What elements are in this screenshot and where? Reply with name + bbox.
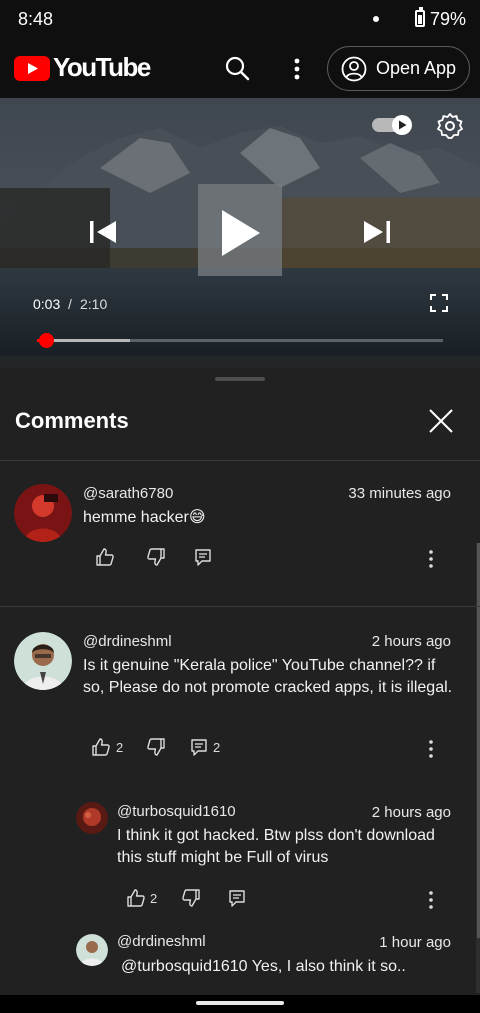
comment-author[interactable]: @drdineshml [83,633,172,650]
open-app-button[interactable]: Open App [327,46,470,91]
settings-gear-icon[interactable] [436,112,464,140]
scrubber-handle[interactable] [38,333,54,348]
like-icon[interactable] [127,889,145,907]
battery-level: 79% [430,9,467,29]
fullscreen-icon[interactable] [430,294,448,312]
youtube-logo-icon[interactable] [14,56,50,81]
reply-icon[interactable] [228,889,246,907]
battery-icon [415,7,425,27]
like-count: 2 [116,740,124,755]
like-count: 2 [150,891,158,906]
more-options-icon[interactable] [284,54,310,84]
dislike-icon[interactable] [147,738,165,756]
like-icon[interactable] [96,548,114,566]
reply-text: I think it got hacked. Btw plss don't do… [117,827,435,866]
divider [0,460,480,461]
open-app-label: Open App [376,58,457,78]
status-bar: 8:48 79% [0,0,480,38]
current-time: 0:03 [33,296,61,312]
reply-timestamp: 1 hour ago [379,934,451,951]
comment-author[interactable]: @sarath6780 [83,485,173,502]
comment-more-icon[interactable] [427,549,435,569]
home-gesture-handle[interactable] [196,1001,284,1005]
avatar[interactable] [14,632,72,690]
avatar[interactable] [76,802,108,834]
play-icon[interactable] [216,208,264,258]
comment-item: @sarath6780 33 minutes ago hemme hacker😅 [0,476,476,606]
divider [0,606,480,607]
dislike-icon[interactable] [182,889,200,907]
brand-name[interactable]: YouTube [53,52,151,83]
comment-text: hemme hacker😅 [83,509,206,526]
comments-sheet: Comments @sarath6780 33 minutes ago hemm… [0,368,480,1013]
comment-more-icon[interactable] [427,739,435,759]
notification-dot-icon [373,16,379,22]
autoplay-toggle[interactable] [372,115,414,135]
next-video-icon[interactable] [360,215,394,249]
system-navigation-bar [0,995,480,1013]
reply-icon[interactable] [190,738,208,756]
account-icon [341,56,367,82]
avatar[interactable] [76,934,108,966]
like-icon[interactable] [92,738,110,756]
reply-item: @turbosquid1610 2 hours ago I think it g… [0,798,476,918]
reply-count: 2 [213,740,221,755]
comment-timestamp: 33 minutes ago [348,485,451,502]
reply-more-icon[interactable] [427,890,435,910]
video-player[interactable]: 0:03 / 2:10 [0,98,480,368]
comment-timestamp: 2 hours ago [371,633,451,650]
time-separator: / [68,296,72,312]
comment-item: @drdineshml 2 hours ago Is it genuine "K… [0,624,476,784]
dislike-icon[interactable] [147,548,165,566]
reply-author[interactable]: @drdineshml [117,933,206,950]
reply-timestamp: 2 hours ago [371,804,451,821]
previous-video-icon[interactable] [86,215,120,249]
search-icon[interactable] [222,54,252,84]
reply-item: @drdineshml 1 hour ago @turbosquid1610 Y… [0,930,476,990]
reply-author[interactable]: @turbosquid1610 [117,803,236,820]
total-duration: 2:10 [80,296,108,312]
close-icon[interactable] [424,404,458,438]
progress-bar[interactable] [37,339,443,342]
reply-text: @turbosquid1610 Yes, I also think it so.… [121,958,406,975]
status-time: 8:48 [18,9,54,29]
top-app-bar: YouTube Open App [0,38,480,98]
comment-text: Is it genuine "Kerala police" YouTube ch… [83,657,453,696]
drag-handle[interactable] [215,377,265,381]
avatar[interactable] [14,484,72,542]
comments-title: Comments [15,408,129,433]
reply-icon[interactable] [194,548,212,566]
